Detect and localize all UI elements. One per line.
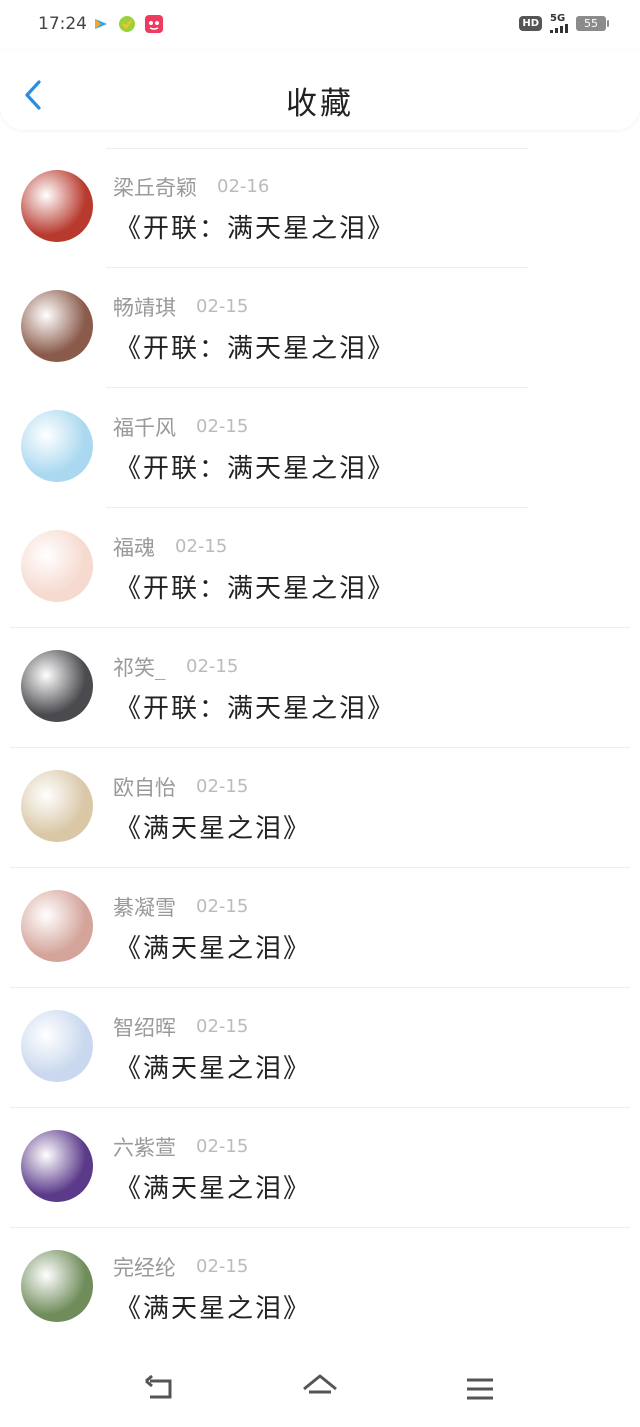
avatar[interactable]	[21, 890, 93, 962]
list-item[interactable]: 梁丘奇颖 02-16 《开联：满天星之泪》	[0, 148, 640, 268]
avatar[interactable]	[21, 410, 93, 482]
work-title[interactable]: 《开联：满天星之泪》	[115, 328, 395, 365]
favorite-date: 02-15	[196, 1136, 249, 1157]
avatar[interactable]	[21, 530, 93, 602]
favorite-date: 02-15	[196, 776, 249, 797]
favorite-date: 02-15	[196, 1016, 249, 1037]
signal-icon: 5G	[550, 14, 568, 33]
return-icon	[145, 1374, 172, 1399]
user-name[interactable]: 畅靖琪	[113, 292, 176, 322]
home-icon	[303, 1374, 337, 1394]
favorite-date: 02-15	[196, 296, 249, 317]
list-item[interactable]: 智绍晖 02-15 《满天星之泪》	[0, 988, 640, 1108]
user-name[interactable]: 智绍晖	[113, 1012, 176, 1042]
avatar[interactable]	[21, 650, 93, 722]
favorite-date: 02-15	[186, 656, 239, 677]
nav-home-button[interactable]	[300, 1369, 340, 1409]
nav-menu-button[interactable]	[460, 1369, 500, 1409]
status-indicators: HD 5G 55	[519, 14, 609, 33]
work-title[interactable]: 《满天星之泪》	[115, 1288, 311, 1325]
avatar[interactable]	[21, 770, 93, 842]
avatar[interactable]	[21, 1250, 93, 1322]
list-item[interactable]: 綦凝雪 02-15 《满天星之泪》	[0, 868, 640, 988]
user-name[interactable]: 綦凝雪	[113, 892, 176, 922]
header-bar: 收藏	[0, 50, 640, 130]
work-title[interactable]: 《满天星之泪》	[115, 928, 311, 965]
system-nav-bar	[0, 1347, 640, 1427]
avatar[interactable]	[21, 1130, 93, 1202]
battery-level: 55	[584, 17, 598, 30]
work-title[interactable]: 《开联：满天星之泪》	[115, 688, 395, 725]
list-item[interactable]: 完经纶 02-15 《满天星之泪》	[0, 1228, 640, 1348]
user-name[interactable]: 六紫萱	[113, 1132, 176, 1162]
user-name[interactable]: 欧自怡	[113, 772, 176, 802]
user-name[interactable]: 福魂	[113, 532, 155, 562]
avatar[interactable]	[21, 170, 93, 242]
work-title[interactable]: 《开联：满天星之泪》	[115, 208, 395, 245]
favorite-date: 02-15	[196, 416, 249, 437]
app-icon-2	[118, 15, 136, 33]
network-label: 5G	[550, 13, 566, 24]
user-name[interactable]: 完经纶	[113, 1252, 176, 1282]
favorite-date: 02-15	[196, 1256, 249, 1277]
app-icon-3	[145, 15, 163, 33]
list-item[interactable]: 欧自怡 02-15 《满天星之泪》	[0, 748, 640, 868]
list-item[interactable]: 畅靖琪 02-15 《开联：满天星之泪》	[0, 268, 640, 388]
menu-icon	[467, 1378, 493, 1400]
avatar[interactable]	[21, 290, 93, 362]
favorite-date: 02-15	[175, 536, 228, 557]
list-item[interactable]: 祁笑_ 02-15 《开联：满天星之泪》	[0, 628, 640, 748]
avatar[interactable]	[21, 1010, 93, 1082]
page-title: 收藏	[286, 86, 354, 122]
list-item[interactable]: 六紫萱 02-15 《满天星之泪》	[0, 1108, 640, 1228]
list-item[interactable]: 福千风 02-15 《开联：满天星之泪》	[0, 388, 640, 508]
work-title[interactable]: 《开联：满天星之泪》	[115, 568, 395, 605]
work-title[interactable]: 《满天星之泪》	[115, 1168, 311, 1205]
work-title[interactable]: 《满天星之泪》	[115, 1048, 311, 1085]
app-icon-1	[92, 15, 110, 33]
favorite-date: 02-15	[196, 896, 249, 917]
favorite-date: 02-16	[217, 176, 270, 197]
user-name[interactable]: 福千风	[113, 412, 176, 442]
hd-badge: HD	[519, 16, 542, 31]
user-name[interactable]: 祁笑_	[113, 652, 166, 682]
nav-back-button[interactable]	[140, 1369, 180, 1409]
user-name[interactable]: 梁丘奇颖	[113, 172, 197, 202]
status-time: 17:24	[38, 14, 87, 34]
status-bar: 17:24 HD 5G 55	[0, 0, 640, 50]
favorites-list: 梁丘奇颖 02-16 《开联：满天星之泪》 畅靖琪 02-15 《开联：满天星之泪》 福千风…	[0, 148, 640, 1348]
work-title[interactable]: 《满天星之泪》	[115, 808, 311, 845]
list-item[interactable]: 福魂 02-15 《开联：满天星之泪》	[0, 508, 640, 628]
battery-icon: 55	[576, 16, 609, 31]
work-title[interactable]: 《开联：满天星之泪》	[115, 448, 395, 485]
